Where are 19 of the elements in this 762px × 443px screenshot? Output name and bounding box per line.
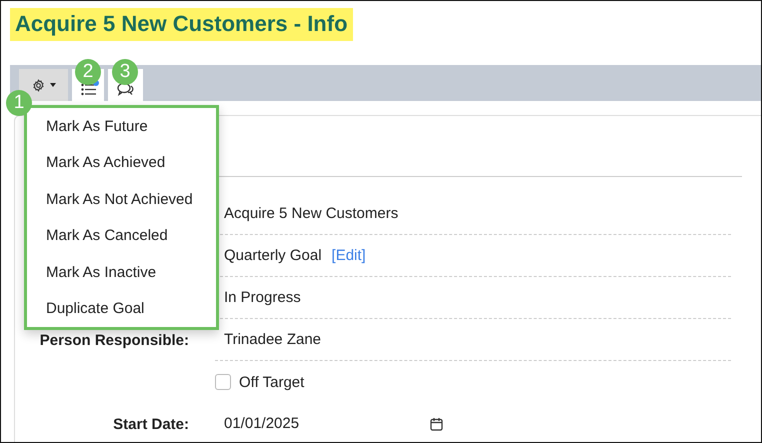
menu-item[interactable]: Mark As Achieved <box>27 154 216 172</box>
edit-link[interactable]: [Edit] <box>332 247 366 264</box>
menu-item[interactable]: Mark As Future <box>27 118 216 135</box>
callout-badge: 1 <box>6 90 32 116</box>
field-value: Acquire 5 New Customers <box>224 205 398 222</box>
menu-item[interactable]: Mark As Canceled <box>27 227 216 244</box>
checkbox-label: Off Target <box>239 374 304 390</box>
menu-item[interactable]: Mark As Inactive <box>27 264 216 281</box>
field-value: Trinadee Zane <box>224 331 322 348</box>
menu-item[interactable]: Mark As Not Achieved <box>27 190 216 208</box>
field-label: Start Date: <box>113 416 189 432</box>
callout-badge: 2 <box>75 59 101 85</box>
menu-item[interactable]: Duplicate Goal <box>27 300 216 318</box>
callout-badge: 3 <box>112 59 138 85</box>
field-label: Person Responsible: <box>40 332 189 348</box>
field-value: In Progress <box>224 289 301 306</box>
page-title: Acquire 5 New Customers - Info <box>10 8 353 41</box>
field-value: Quarterly Goal <box>224 247 322 264</box>
date-field[interactable]: 01/01/2025 <box>215 403 455 442</box>
